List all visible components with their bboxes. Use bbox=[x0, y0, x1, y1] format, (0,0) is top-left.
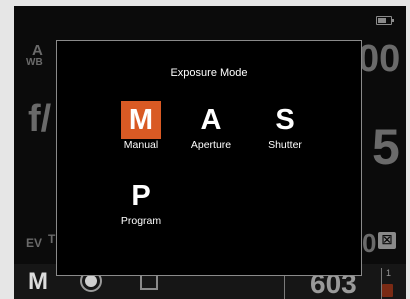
dialog-title: Exposure Mode bbox=[170, 67, 248, 79]
awb-wb-indicator: WB bbox=[26, 57, 43, 68]
camera-screen: A WB f/ 00 5 EV T 0 ☒ M 603 1 Exposure M… bbox=[14, 6, 406, 299]
ev-scale-tick: T bbox=[48, 232, 56, 246]
mode-letter: P bbox=[131, 180, 151, 212]
mode-label: Program bbox=[120, 215, 162, 227]
mode-aperture-button[interactable]: A Aperture bbox=[179, 101, 243, 151]
battery-icon bbox=[376, 16, 394, 25]
aperture-readout: f/ bbox=[28, 98, 52, 140]
mode-label: Manual bbox=[123, 139, 159, 151]
card-slot-number: 1 bbox=[386, 268, 392, 278]
exposure-mode-dialog: Exposure Mode M Manual A Aperture S Shut… bbox=[56, 40, 362, 276]
aperture-value-readout: 5 bbox=[372, 119, 400, 175]
memory-card-icon bbox=[382, 284, 393, 297]
exposure-compensation-icon: ☒ bbox=[378, 232, 396, 249]
mode-label: Aperture bbox=[190, 139, 232, 151]
record-icon bbox=[85, 275, 97, 287]
mode-indicator: M bbox=[28, 268, 48, 295]
shutter-readout: 00 bbox=[358, 38, 401, 80]
mode-program-button[interactable]: P Program bbox=[109, 177, 173, 227]
mode-label: Shutter bbox=[268, 139, 302, 151]
ev-label: EV bbox=[26, 236, 43, 250]
exposure-value-readout: 0 bbox=[362, 228, 377, 258]
mode-letter: A bbox=[200, 104, 222, 136]
mode-manual-button[interactable]: M Manual bbox=[109, 101, 173, 151]
mode-letter: S bbox=[275, 104, 295, 136]
mode-shutter-button[interactable]: S Shutter bbox=[253, 101, 317, 151]
mode-letter: M bbox=[121, 101, 161, 139]
